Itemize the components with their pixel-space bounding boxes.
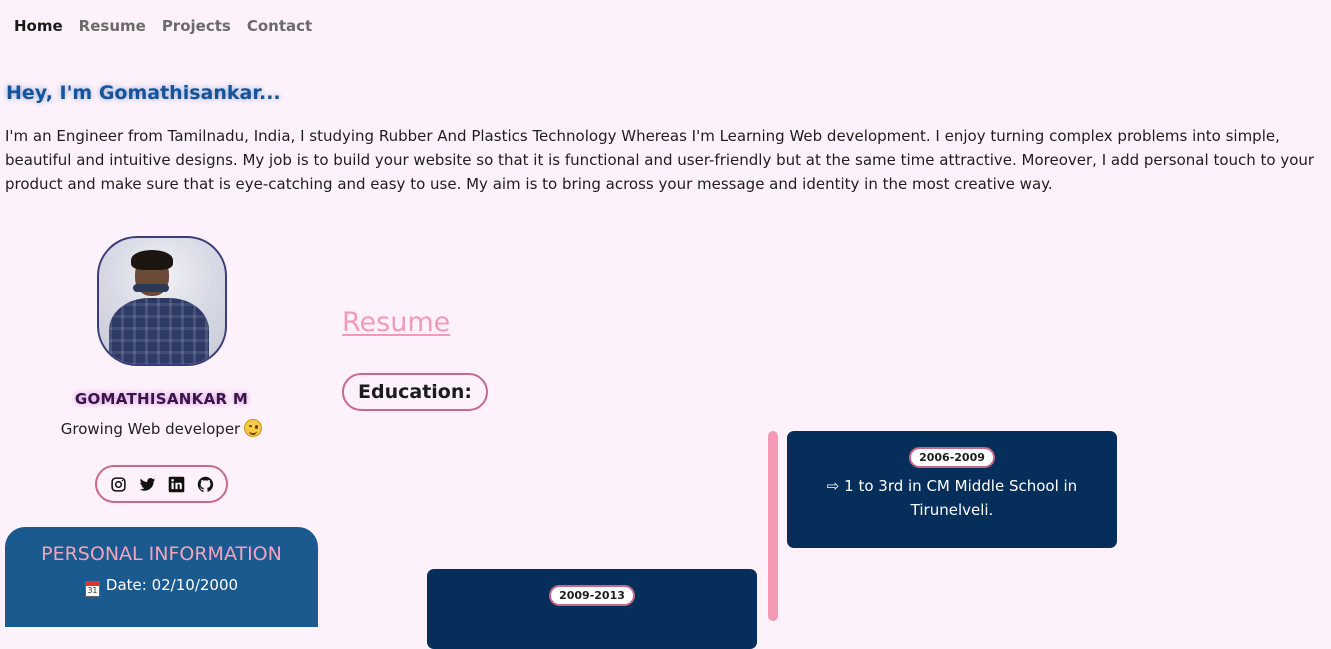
personal-info-card: PERSONAL INFORMATION 31 Date: 02/10/2000 [5, 527, 318, 627]
nav-projects[interactable]: Projects [162, 17, 231, 35]
education-label: Education: [342, 373, 488, 411]
timeline-card: 2009-2013 [427, 569, 757, 649]
resume-heading[interactable]: Resume [342, 307, 450, 338]
profile-role-line: Growing Web developer [0, 419, 323, 438]
linkedin-icon[interactable] [167, 475, 185, 493]
timeline-line [768, 431, 778, 621]
avatar-glasses [133, 284, 169, 292]
intro-paragraph: I'm an Engineer from Tamilnadu, India, I… [5, 127, 1315, 193]
twitter-icon[interactable] [138, 475, 156, 493]
personal-info-date-row: 31 Date: 02/10/2000 [5, 576, 318, 597]
calendar-icon: 31 [84, 581, 100, 597]
avatar [97, 236, 227, 366]
avatar-body [109, 298, 209, 364]
personal-info-date: Date: 02/10/2000 [105, 576, 239, 594]
timeline-year-badge: 2009-2013 [549, 585, 635, 606]
nav-home[interactable]: Home [14, 17, 63, 35]
profile-role: Growing Web developer [60, 420, 241, 438]
social-links [95, 465, 228, 503]
smile-emoji-icon [244, 419, 263, 437]
profile-name: GOMATHISANKAR M [74, 390, 249, 408]
nav-contact[interactable]: Contact [247, 17, 312, 35]
timeline-year-badge: 2006-2009 [909, 447, 995, 468]
github-icon[interactable] [196, 475, 214, 493]
avatar-hair [131, 250, 173, 270]
top-nav: Home Resume Projects Contact [14, 17, 312, 35]
nav-resume[interactable]: Resume [79, 17, 146, 35]
greeting-heading: Hey, I'm Gomathisankar... [6, 82, 281, 104]
instagram-icon[interactable] [109, 475, 127, 493]
timeline-text: ⇨ 1 to 3rd in CM Middle School in Tirune… [826, 477, 1078, 519]
personal-info-title: PERSONAL INFORMATION [41, 543, 282, 565]
timeline-card: 2006-2009 ⇨ 1 to 3rd in CM Middle School… [787, 431, 1117, 548]
